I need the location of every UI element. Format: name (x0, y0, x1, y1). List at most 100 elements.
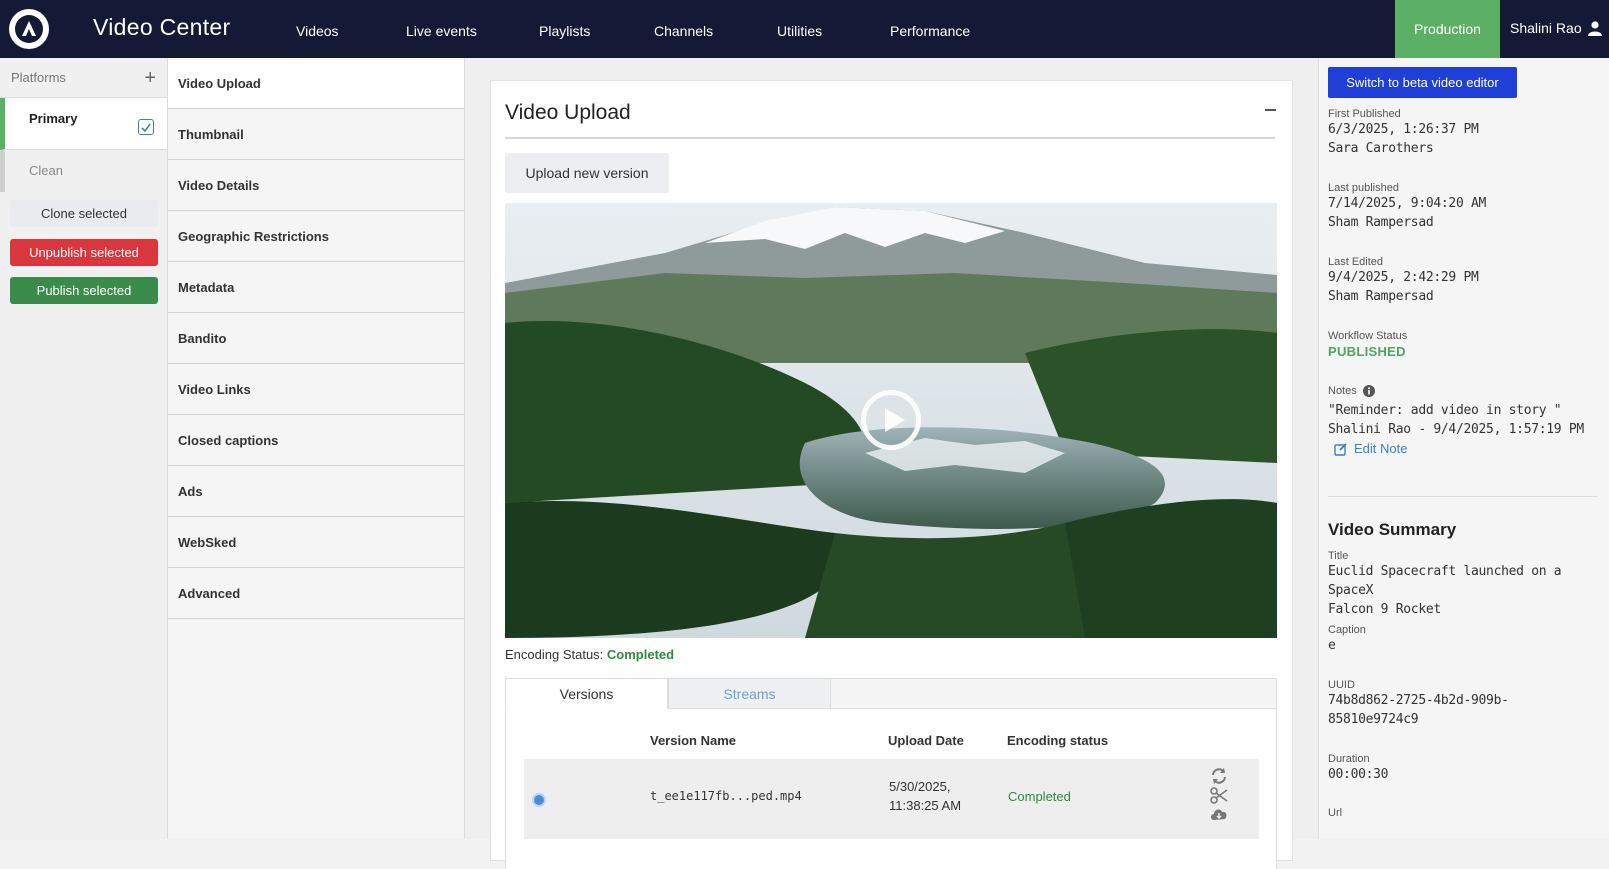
row-encoding-status: Completed (1008, 789, 1071, 804)
environment-button[interactable]: Production (1395, 0, 1500, 58)
publish-selected-button[interactable]: Publish selected (10, 277, 158, 304)
versions-table: Version Name Upload Date Encoding status… (505, 709, 1277, 869)
title-line2: Falcon 9 Rocket (1328, 602, 1441, 617)
row-actions (1208, 767, 1230, 822)
last-published: Last published 7/14/2025, 9:04:20 AM Sha… (1328, 182, 1486, 232)
play-icon[interactable] (861, 390, 921, 450)
last-edited-date: 9/4/2025, 2:42:29 PM (1328, 270, 1479, 285)
workflow-status: Workflow Status PUBLISHED (1328, 330, 1407, 361)
title-label: Title (1328, 550, 1349, 562)
note-author: Shalini Rao - 9/4/2025, 1:57:19 PM (1328, 422, 1584, 437)
column-version-name: Version Name (650, 733, 736, 748)
tab-streams[interactable]: Streams (668, 678, 831, 709)
caption-value: e (1328, 638, 1336, 653)
nav-channels[interactable]: Channels (654, 23, 713, 39)
section-video-upload[interactable]: Video Upload (168, 58, 464, 109)
video-summary-title: Video Summary (1328, 520, 1457, 539)
cloud-download-icon[interactable] (1209, 806, 1229, 822)
column-upload-date: Upload Date (888, 733, 964, 748)
section-bandito[interactable]: Bandito (168, 313, 464, 364)
nav-live-events[interactable]: Live events (406, 23, 477, 39)
column-encoding-status: Encoding status (1007, 733, 1109, 748)
last-edited: Last Edited 9/4/2025, 2:42:29 PM Sham Ra… (1328, 256, 1479, 306)
switch-beta-editor-button[interactable]: Switch to beta video editor (1328, 67, 1517, 98)
section-closed-captions[interactable]: Closed captions (168, 415, 464, 466)
top-bar: Video Center Videos Live events Playlist… (0, 0, 1609, 58)
summary-title-field: Title Euclid Spacecraft launched on a Sp… (1328, 550, 1609, 619)
version-radio[interactable] (532, 793, 546, 807)
tab-versions[interactable]: Versions (505, 678, 668, 709)
uuid-line2: 85810e9724c9 (1328, 712, 1419, 727)
platforms-panel: Platforms + Primary Clean Clone selected… (0, 58, 168, 839)
edit-note-label: Edit Note (1354, 441, 1408, 456)
notes: Notes "Reminder: add video in story " Sh… (1328, 385, 1584, 456)
edit-note-link[interactable]: Edit Note (1334, 441, 1584, 456)
collapse-icon[interactable] (1265, 109, 1276, 111)
user-name: Shalini Rao (1510, 20, 1582, 36)
section-geographic-restrictions[interactable]: Geographic Restrictions (168, 211, 464, 262)
section-thumbnail[interactable]: Thumbnail (168, 109, 464, 160)
uuid-label: UUID (1328, 679, 1355, 691)
version-tabs: Versions Streams (505, 678, 1277, 709)
platform-primary-label: Primary (29, 111, 78, 126)
last-published-label: Last published (1328, 182, 1399, 194)
nav-performance[interactable]: Performance (890, 23, 970, 39)
add-platform-icon[interactable]: + (144, 68, 156, 88)
app-title: Video Center (93, 14, 231, 40)
table-row[interactable]: t_ee1e117fb...ped.mp4 5/30/2025, 11:38:2… (524, 759, 1259, 839)
video-player[interactable] (505, 203, 1277, 638)
url-label: Url (1328, 807, 1343, 819)
edit-icon (1334, 442, 1347, 456)
encoding-status-label: Encoding Status: (505, 647, 604, 662)
video-upload-card: Video Upload Upload new version Encoding… (490, 80, 1293, 869)
title-line1: Euclid Spacecraft launched on a SpaceX (1328, 564, 1562, 598)
summary-uuid-field: UUID 74b8d862-2725-4b2d-909b- 85810e9724… (1328, 679, 1509, 729)
user-icon (1587, 20, 1602, 36)
sidebar-divider (1328, 496, 1598, 497)
notes-header: Notes (1328, 385, 1584, 397)
scissors-icon[interactable] (1210, 787, 1228, 804)
first-published: First Published 6/3/2025, 1:26:37 PM Sar… (1328, 108, 1479, 158)
nav-videos[interactable]: Videos (296, 23, 339, 39)
section-advanced[interactable]: Advanced (168, 568, 464, 619)
notes-label: Notes (1328, 385, 1357, 397)
nav-playlists[interactable]: Playlists (539, 23, 590, 39)
platform-item-primary[interactable]: Primary (0, 98, 167, 150)
card-divider (505, 137, 1275, 139)
platform-primary-checkbox[interactable] (138, 119, 154, 135)
summary-duration-field: Duration 00:00:30 (1328, 753, 1389, 784)
uuid-line1: 74b8d862-2725-4b2d-909b- (1328, 693, 1509, 708)
last-published-by: Sham Rampersad (1328, 215, 1434, 230)
upload-date-line1: 5/30/2025, (889, 779, 951, 794)
encoding-status: Encoding Status: Completed (505, 647, 674, 662)
caption-label: Caption (1328, 624, 1366, 636)
last-published-date: 7/14/2025, 9:04:20 AM (1328, 196, 1487, 211)
workflow-status-value: PUBLISHED (1328, 344, 1406, 359)
nav-utilities[interactable]: Utilities (777, 23, 822, 39)
unpublish-selected-button[interactable]: Unpublish selected (10, 239, 158, 266)
last-edited-label: Last Edited (1328, 256, 1384, 268)
first-published-label: First Published (1328, 108, 1401, 120)
platforms-header: Platforms + (0, 58, 167, 98)
checkmark-icon (141, 123, 151, 132)
clone-selected-button[interactable]: Clone selected (10, 200, 158, 227)
main-content: Video Upload Upload new version Encoding… (465, 58, 1318, 869)
summary-url-field: Url (1328, 807, 1342, 819)
section-metadata[interactable]: Metadata (168, 262, 464, 313)
section-video-links[interactable]: Video Links (168, 364, 464, 415)
platform-item-clean[interactable]: Clean (0, 150, 167, 192)
user-menu[interactable]: Shalini Rao (1510, 20, 1602, 36)
platform-clean-label: Clean (29, 163, 63, 178)
upload-new-version-button[interactable]: Upload new version (505, 153, 669, 193)
section-websked[interactable]: WebSked (168, 517, 464, 568)
refresh-icon[interactable] (1210, 767, 1228, 785)
platforms-heading: Platforms (11, 70, 66, 85)
first-published-date: 6/3/2025, 1:26:37 PM (1328, 122, 1479, 137)
section-ads[interactable]: Ads (168, 466, 464, 517)
info-icon[interactable] (1362, 385, 1375, 397)
app-logo-icon[interactable] (9, 9, 49, 49)
note-text: "Reminder: add video in story " (1328, 403, 1562, 418)
last-edited-by: Sham Rampersad (1328, 289, 1434, 304)
section-video-details[interactable]: Video Details (168, 160, 464, 211)
summary-caption-field: Caption e (1328, 624, 1366, 655)
